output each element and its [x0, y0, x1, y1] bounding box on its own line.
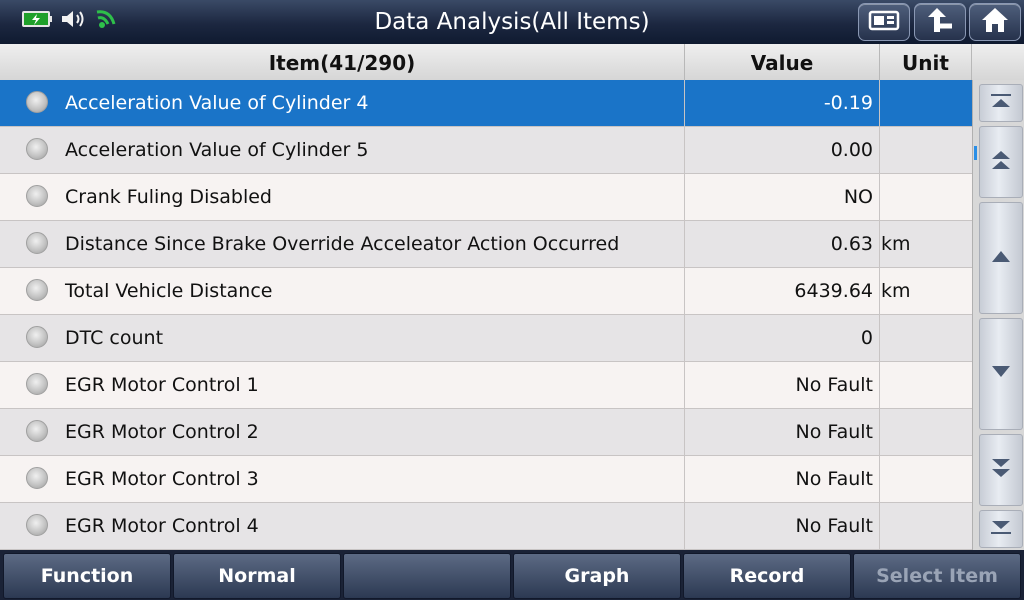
scroll-up-button[interactable] [979, 202, 1023, 314]
table-row[interactable]: EGR Motor Control 3 No Fault [0, 456, 972, 503]
row-radio-icon[interactable] [26, 467, 48, 489]
row-value: 0.00 [830, 139, 873, 161]
home-icon [980, 6, 1010, 38]
table-row[interactable]: Total Vehicle Distance 6439.64 km [0, 268, 972, 315]
row-unit [881, 409, 969, 455]
scroll-to-bottom-button[interactable] [979, 510, 1023, 548]
row-value: No Fault [795, 468, 873, 490]
home-button[interactable] [969, 3, 1021, 41]
row-radio-icon[interactable] [26, 514, 48, 536]
arrow-up-icon [990, 248, 1012, 268]
row-radio-icon[interactable] [26, 232, 48, 254]
data-analysis-screen: Data Analysis(All Items) Item(41/290) Va… [0, 0, 1024, 600]
row-value: NO [843, 186, 873, 208]
back-button[interactable] [914, 3, 966, 41]
row-unit [881, 127, 969, 173]
table-row[interactable]: EGR Motor Control 1 No Fault [0, 362, 972, 409]
row-item-name: EGR Motor Control 3 [65, 468, 259, 490]
row-value: No Fault [795, 421, 873, 443]
row-unit [881, 362, 969, 408]
row-unit: km [881, 280, 911, 302]
row-value: No Fault [795, 515, 873, 537]
scroll-controls [972, 80, 1024, 550]
row-item-name: Acceleration Value of Cylinder 5 [65, 139, 369, 161]
table-row[interactable]: Distance Since Brake Override Acceleator… [0, 221, 972, 268]
row-unit [881, 456, 969, 502]
data-table: Acceleration Value of Cylinder 4 -0.19 A… [0, 80, 972, 550]
page-up-button[interactable] [979, 126, 1023, 198]
table-row[interactable]: Crank Fuling Disabled NO [0, 174, 972, 221]
scroll-down-button[interactable] [979, 318, 1023, 430]
row-radio-icon[interactable] [26, 420, 48, 442]
row-value: 0.63 [830, 233, 873, 255]
column-header-item: Item(41/290) [0, 44, 685, 80]
row-value: No Fault [795, 374, 873, 396]
page-down-icon [990, 456, 1012, 484]
screenshot-button[interactable] [858, 3, 910, 41]
bottom-toolbar: Function Normal Graph Record Select Item [0, 550, 1024, 600]
arrow-down-icon [990, 364, 1012, 384]
row-unit [881, 503, 969, 549]
scroll-bottom-icon [989, 519, 1013, 539]
row-radio-icon[interactable] [26, 185, 48, 207]
title-bar: Data Analysis(All Items) [0, 0, 1024, 45]
scroll-top-icon [989, 93, 1013, 113]
column-header-unit: Unit [880, 44, 972, 80]
graph-button[interactable]: Graph [513, 553, 681, 599]
row-item-name: Total Vehicle Distance [65, 280, 273, 302]
row-item-name: EGR Motor Control 1 [65, 374, 259, 396]
row-radio-icon[interactable] [26, 91, 48, 113]
empty-button[interactable] [343, 553, 511, 599]
table-row[interactable]: EGR Motor Control 2 No Fault [0, 409, 972, 456]
table-row[interactable]: Acceleration Value of Cylinder 5 0.00 [0, 127, 972, 174]
select-item-button[interactable]: Select Item [853, 553, 1021, 599]
row-item-name: Distance Since Brake Override Acceleator… [65, 233, 620, 255]
page-down-button[interactable] [979, 434, 1023, 506]
row-unit [881, 174, 969, 220]
row-unit [881, 315, 969, 361]
row-radio-icon[interactable] [26, 138, 48, 160]
scroll-position-indicator [974, 146, 977, 160]
scroll-to-top-button[interactable] [979, 84, 1023, 122]
screenshot-icon [867, 7, 901, 37]
normal-button[interactable]: Normal [173, 553, 341, 599]
row-unit: km [881, 233, 911, 255]
table-row[interactable]: DTC count 0 [0, 315, 972, 362]
row-item-name: DTC count [65, 327, 164, 349]
row-unit [881, 80, 969, 126]
row-radio-icon[interactable] [26, 373, 48, 395]
column-header-value: Value [685, 44, 880, 80]
row-item-name: Crank Fuling Disabled [65, 186, 272, 208]
row-value: 6439.64 [794, 280, 873, 302]
row-radio-icon[interactable] [26, 326, 48, 348]
record-button[interactable]: Record [683, 553, 851, 599]
row-value: -0.19 [823, 92, 873, 114]
function-button[interactable]: Function [3, 553, 171, 599]
table-row[interactable]: Acceleration Value of Cylinder 4 -0.19 [0, 80, 972, 127]
row-radio-icon[interactable] [26, 279, 48, 301]
row-value: 0 [860, 327, 873, 349]
page-up-icon [990, 148, 1012, 176]
back-icon [925, 6, 955, 38]
row-item-name: EGR Motor Control 2 [65, 421, 259, 443]
table-row[interactable]: EGR Motor Control 4 No Fault [0, 503, 972, 550]
row-item-name: Acceleration Value of Cylinder 4 [65, 92, 369, 114]
table-header: Item(41/290) Value Unit [0, 44, 1024, 81]
row-item-name: EGR Motor Control 4 [65, 515, 259, 537]
